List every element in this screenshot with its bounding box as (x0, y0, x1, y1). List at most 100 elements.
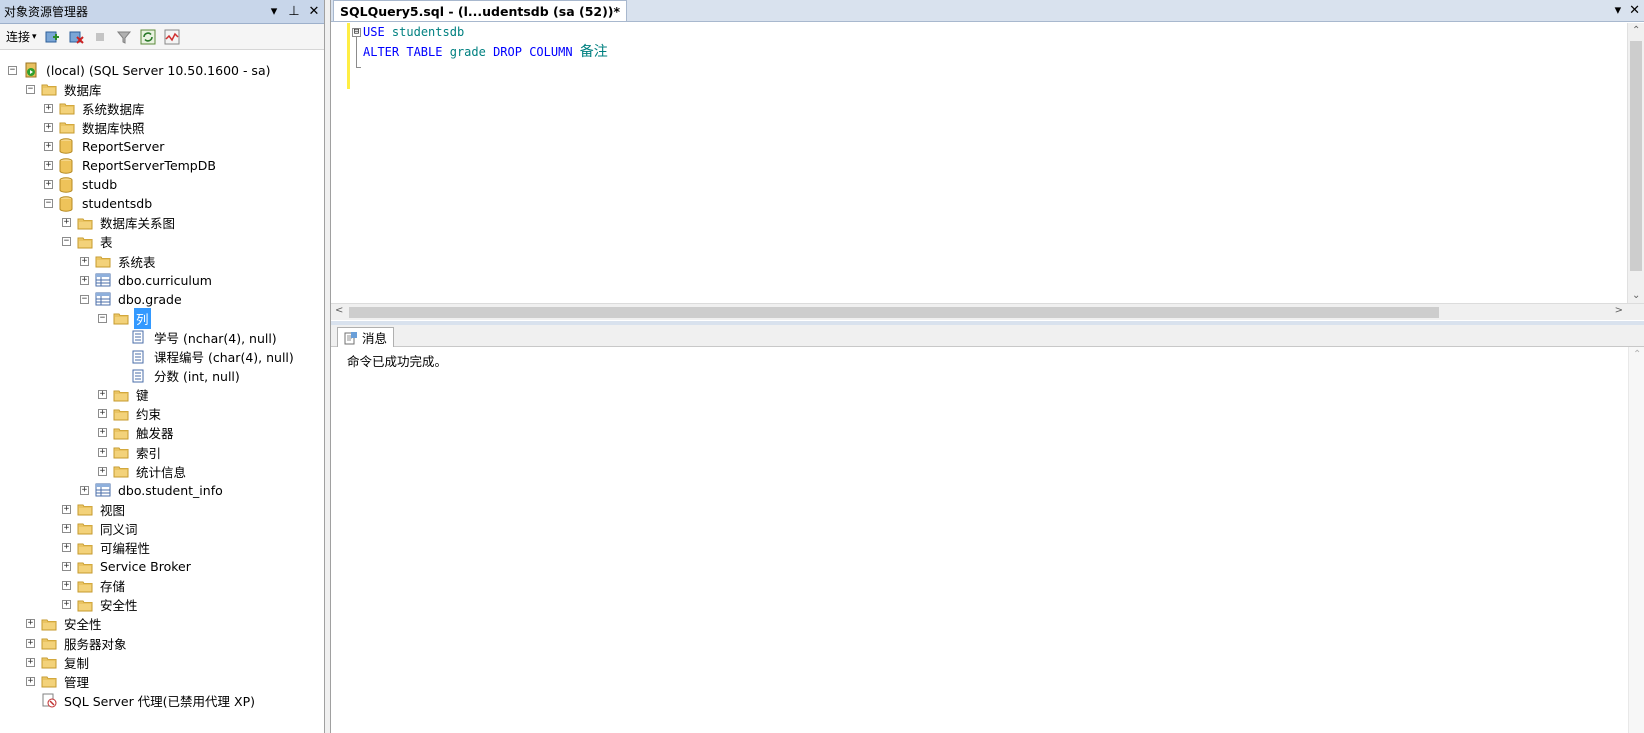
pin-button[interactable]: ⊥ (284, 4, 304, 19)
tree-node-dbo-student-info[interactable]: + dbo.student_info (80, 480, 225, 500)
results-tab-bar: 消息 (331, 325, 1644, 347)
scroll-up-icon[interactable]: ⌃ (1633, 349, 1641, 360)
tree-node-studb[interactable]: + studb (44, 175, 119, 195)
folder-icon (59, 101, 75, 115)
scroll-down-icon[interactable]: ⌄ (1632, 290, 1640, 301)
expand-icon[interactable]: + (98, 447, 107, 457)
panel-dropdown-button[interactable]: ▾ (264, 4, 284, 19)
panel-close-button[interactable]: ✕ (304, 4, 324, 19)
connect-object-explorer-button[interactable] (43, 28, 61, 46)
refresh-button[interactable] (139, 28, 157, 46)
code-editor[interactable]: ⊟ USE studentsdb ALTER TABLE grade DROP … (331, 23, 1644, 303)
tree-node-学号-nchar-4-null[interactable]: 学号 (nchar(4), null) (116, 327, 279, 347)
expand-icon[interactable]: + (44, 141, 53, 151)
expand-icon[interactable]: + (98, 466, 107, 476)
tab-sqlquery5[interactable]: SQLQuery5.sql - (l...udentsdb (sa (52))* (333, 0, 628, 21)
expand-icon[interactable]: + (62, 581, 71, 591)
expand-icon[interactable]: + (44, 103, 53, 113)
activity-monitor-button[interactable] (163, 28, 181, 46)
scrollbar-thumb[interactable] (349, 307, 1439, 318)
expand-icon[interactable]: + (98, 428, 107, 438)
tree-node-reportserver[interactable]: + ReportServer (44, 136, 166, 156)
tree-node-数据库快照[interactable]: + 数据库快照 (44, 117, 147, 137)
stop-button[interactable] (91, 28, 109, 46)
tree-node-label: dbo.student_info (118, 482, 223, 498)
expand-icon[interactable]: + (26, 619, 35, 629)
expand-icon[interactable]: + (62, 562, 71, 572)
tree-node-存储[interactable]: + 存储 (62, 576, 127, 596)
tab-close-button[interactable]: ✕ (1629, 3, 1640, 18)
tree-node-安全性[interactable]: + 安全性 (62, 595, 140, 615)
expand-icon[interactable]: + (26, 638, 35, 648)
tree-node-表[interactable]: − 表 (62, 232, 115, 252)
expand-icon[interactable]: + (98, 409, 107, 419)
collapse-icon[interactable]: − (80, 294, 89, 304)
tab-dropdown-button[interactable]: ▾ (1615, 3, 1622, 18)
tree-node-可编程性[interactable]: + 可编程性 (62, 538, 152, 558)
scroll-left-icon[interactable]: < (335, 305, 343, 316)
tree-node-dbo-curriculum[interactable]: + dbo.curriculum (80, 270, 214, 290)
collapse-icon[interactable]: − (8, 65, 17, 75)
collapse-icon[interactable]: − (98, 313, 107, 323)
tree-node-管理[interactable]: + 管理 (26, 671, 91, 691)
expand-icon[interactable]: + (44, 180, 53, 190)
expand-icon[interactable]: + (44, 161, 53, 170)
tree-node-列[interactable]: − 列 (98, 307, 151, 329)
tree-node-键[interactable]: + 键 (98, 385, 151, 405)
tree-node-数据库[interactable]: − 数据库 (26, 79, 104, 99)
tree-node-索引[interactable]: + 索引 (98, 442, 163, 462)
collapse-icon[interactable]: − (62, 237, 71, 247)
tree-node-约束[interactable]: + 约束 (98, 404, 163, 424)
fold-toggle-icon[interactable]: ⊟ (352, 28, 361, 37)
tree-node-系统数据库[interactable]: + 系统数据库 (44, 98, 147, 118)
expand-icon[interactable]: + (44, 122, 53, 132)
connect-button[interactable]: 连接 ▾ (6, 28, 37, 45)
editor-vertical-scrollbar[interactable]: ⌃ ⌄ (1627, 23, 1644, 303)
tree-node-dbo-grade[interactable]: − dbo.grade (80, 289, 184, 309)
tree-node-sql-server-代理-已禁用代理-xp[interactable]: SQL Server 代理(已禁用代理 XP) (26, 690, 257, 710)
tree-node-安全性[interactable]: + 安全性 (26, 614, 104, 634)
expand-icon[interactable]: + (62, 543, 71, 552)
tree-node-分数-int-null[interactable]: 分数 (int, null) (116, 366, 242, 386)
scroll-up-icon[interactable]: ⌃ (1632, 25, 1640, 36)
tree-node-系统表[interactable]: + 系统表 (80, 251, 158, 271)
disconnect-button[interactable] (67, 28, 85, 46)
expand-icon[interactable]: + (62, 504, 71, 514)
tree-node-local-sql-server-10-50-1600-sa[interactable]: − (local) (SQL Server 10.50.1600 - sa) (8, 60, 272, 80)
tree-node-复制[interactable]: + 复制 (26, 652, 91, 672)
folder-icon (113, 445, 129, 459)
expand-icon[interactable]: + (26, 657, 35, 667)
expand-icon[interactable]: + (26, 676, 35, 686)
tree-node-label: 表 (100, 235, 113, 251)
expand-icon[interactable]: + (80, 256, 89, 266)
collapse-icon[interactable]: − (44, 199, 53, 209)
expand-icon[interactable]: + (98, 390, 107, 400)
tree-node-数据库关系图[interactable]: + 数据库关系图 (62, 213, 177, 233)
tree-node-label: Service Broker (100, 559, 191, 575)
tree-node-label: dbo.grade (118, 291, 182, 307)
query-editor-panel: SQLQuery5.sql - (l...udentsdb (sa (52))*… (330, 0, 1644, 733)
scroll-right-icon[interactable]: > (1615, 305, 1623, 316)
scrollbar-thumb[interactable] (1630, 41, 1642, 271)
expand-icon[interactable]: + (80, 275, 89, 285)
expand-icon[interactable]: + (62, 523, 71, 533)
collapse-icon[interactable]: − (26, 84, 35, 94)
tree-node-label: 存储 (100, 579, 126, 595)
tree-node-service-broker[interactable]: + Service Broker (62, 557, 193, 577)
tree-node-同义词[interactable]: + 同义词 (62, 518, 140, 538)
tree-node-视图[interactable]: + 视图 (62, 499, 127, 519)
tree-node-label: 系统表 (118, 254, 156, 270)
tree-node-reportservertempdb[interactable]: + ReportServerTempDB (44, 156, 218, 176)
expand-icon[interactable]: + (62, 218, 71, 228)
tree-node-服务器对象[interactable]: + 服务器对象 (26, 633, 129, 653)
expand-icon[interactable]: + (62, 600, 71, 610)
expand-icon[interactable]: + (80, 485, 89, 495)
tab-messages[interactable]: 消息 (337, 327, 395, 347)
tree-node-studentsdb[interactable]: − studentsdb (44, 194, 154, 214)
tree-node-触发器[interactable]: + 触发器 (98, 423, 176, 443)
editor-horizontal-scrollbar[interactable]: < > (331, 303, 1644, 320)
filter-button[interactable] (115, 28, 133, 46)
messages-vertical-scrollbar[interactable]: ⌃ (1628, 347, 1644, 733)
tree-node-课程编号-char-4-null[interactable]: 课程编号 (char(4), null) (116, 347, 296, 367)
tree-node-统计信息[interactable]: + 统计信息 (98, 461, 188, 481)
